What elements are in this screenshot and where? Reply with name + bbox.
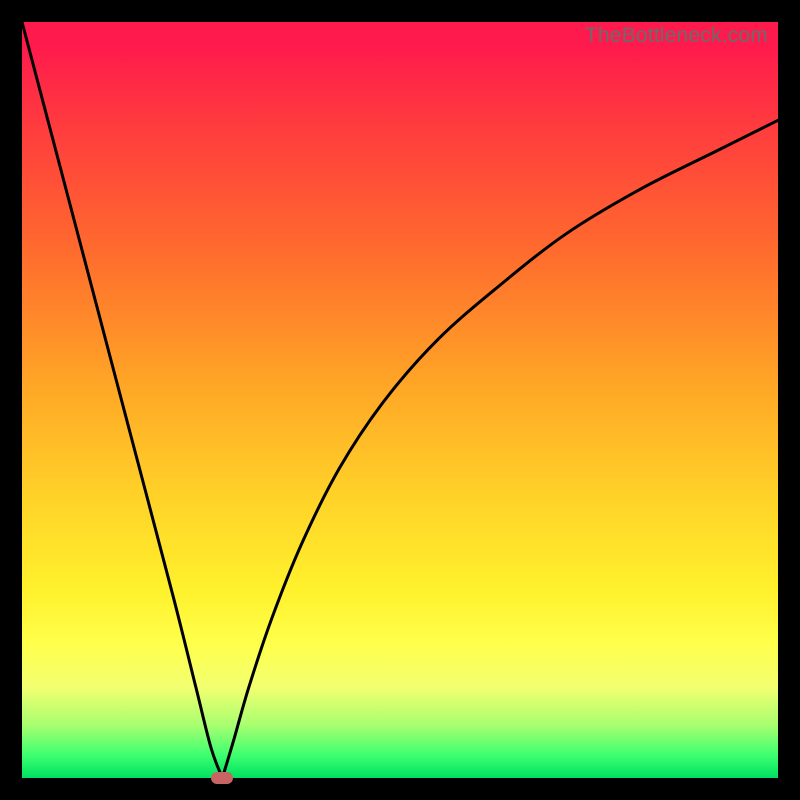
curve-right-branch xyxy=(222,120,778,778)
curve-left-branch xyxy=(22,22,222,778)
chart-frame: TheBottleneck.com xyxy=(0,0,800,800)
plot-area: TheBottleneck.com xyxy=(22,22,778,778)
bottleneck-curve xyxy=(22,22,778,778)
optimal-marker xyxy=(211,772,233,784)
